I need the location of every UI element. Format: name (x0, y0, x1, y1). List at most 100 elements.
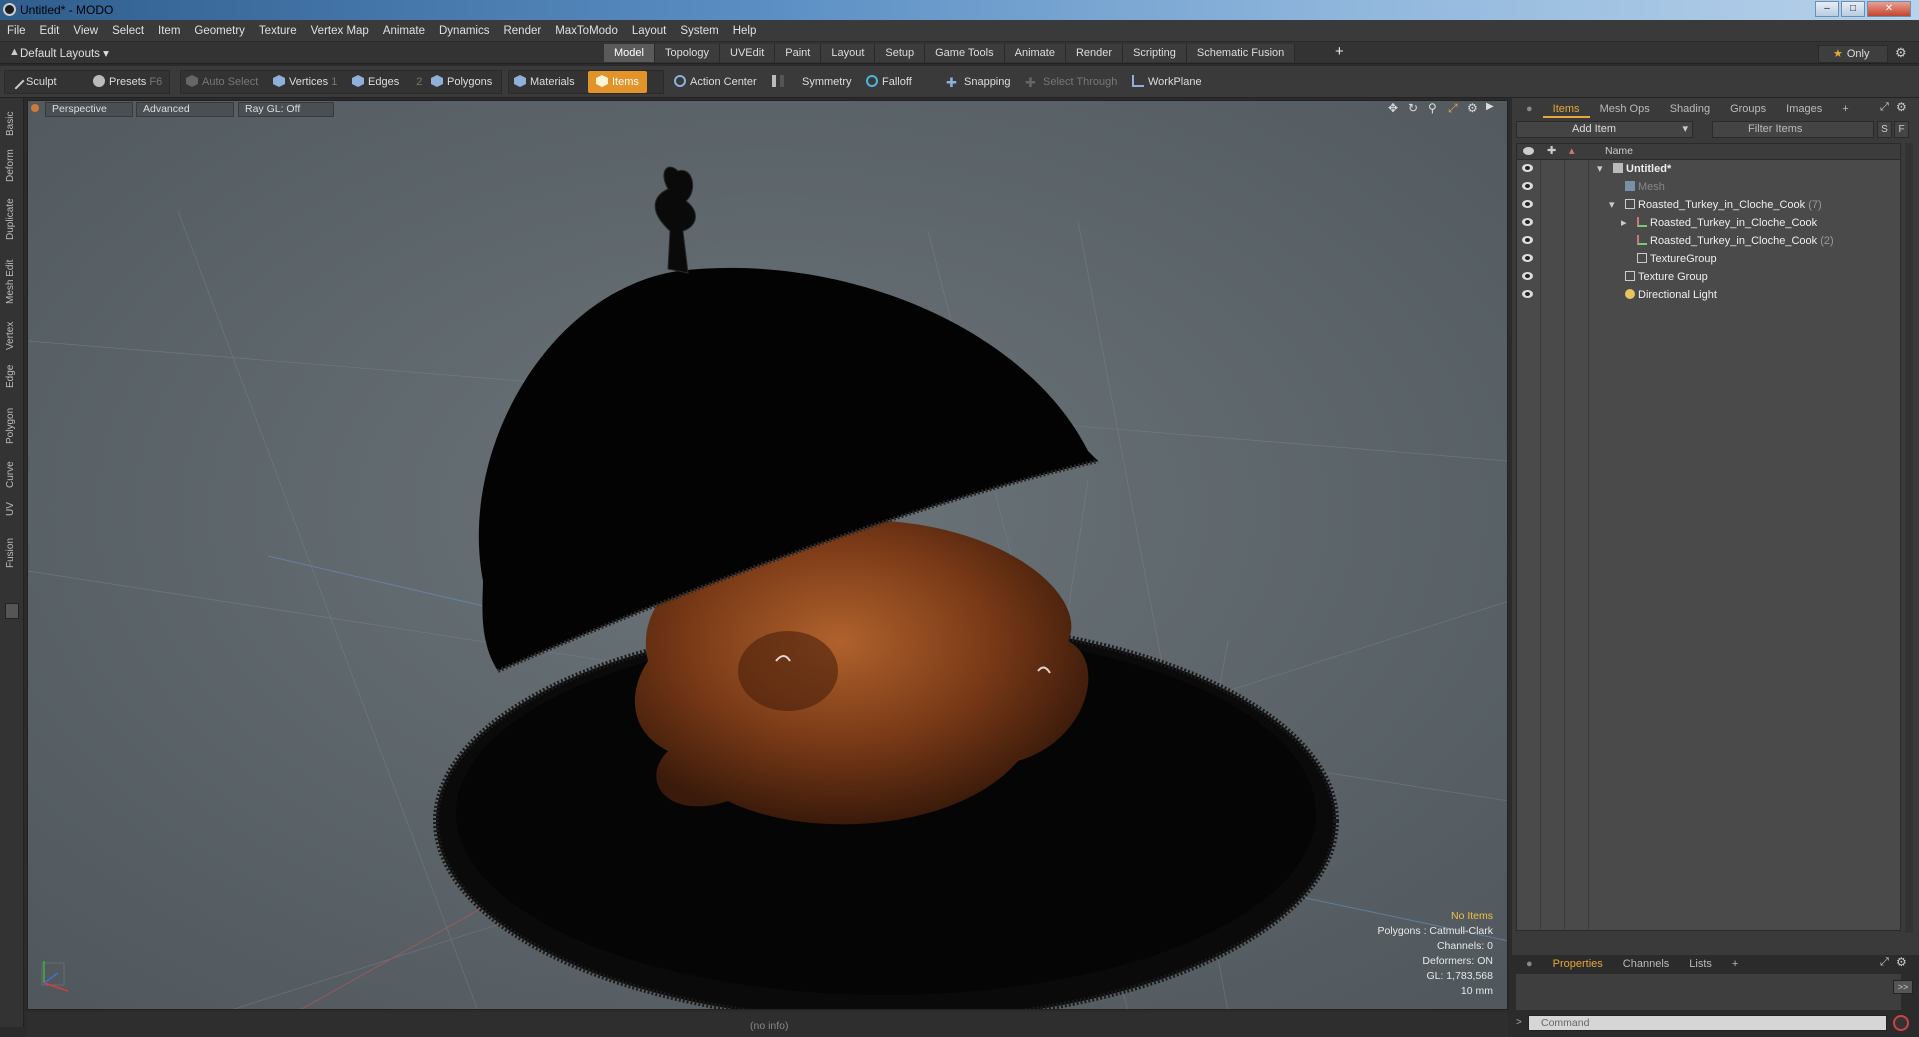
fit-icon[interactable]: ⤢ (1448, 101, 1458, 116)
tree-row-mesh-2[interactable]: Roasted_Turkey_in_Cloche_Cook (2) (1517, 232, 1900, 250)
tab-mesh-ops[interactable]: Mesh Ops (1590, 100, 1660, 118)
action-center-button[interactable]: Action Center (674, 71, 757, 93)
tab-game-tools[interactable]: Game Tools (925, 44, 1005, 62)
menu-system[interactable]: System (673, 20, 725, 42)
eye-icon[interactable] (1522, 218, 1533, 226)
panel-gear-icon[interactable]: ⚙ (1896, 100, 1907, 114)
tree-row-directional-light[interactable]: Directional Light (1517, 286, 1900, 304)
tree-scrollbar[interactable] (1516, 933, 1901, 943)
shading-mode-button[interactable]: Advanced (136, 102, 234, 117)
add-item-dropdown[interactable]: Add Item ▾ (1516, 121, 1693, 138)
eye-icon[interactable] (1522, 236, 1533, 244)
view-type-button[interactable]: Perspective (45, 102, 133, 117)
tree-vscrollbar[interactable] (1905, 143, 1913, 933)
tree-row-mesh-1[interactable]: ▸ Roasted_Turkey_in_Cloche_Cook (1517, 214, 1900, 232)
menu-layout[interactable]: Layout (625, 20, 674, 42)
eye-icon[interactable] (1522, 182, 1533, 190)
vtab-basic[interactable]: Basic (5, 112, 16, 136)
viewport-gear-icon[interactable]: ⚙ (1467, 101, 1478, 115)
vtab-fusion[interactable]: Fusion (5, 538, 16, 568)
only-button[interactable]: ★ Only (1818, 45, 1888, 63)
tab-lists[interactable]: Lists (1679, 955, 1722, 973)
tree-row-texture-group[interactable]: Texture Group (1517, 268, 1900, 286)
tab-animate[interactable]: Animate (1004, 44, 1066, 62)
vtab-duplicate[interactable]: Duplicate (5, 198, 16, 240)
vtab-polygon[interactable]: Polygon (5, 408, 16, 444)
3d-viewport[interactable]: No Items Polygons : Catmull-Clark Channe… (27, 100, 1508, 1010)
eye-icon[interactable] (1522, 290, 1533, 298)
tree-row-group[interactable]: ▾ Roasted_Turkey_in_Cloche_Cook (7) (1517, 196, 1900, 214)
eye-icon[interactable] (1522, 254, 1533, 262)
polygons-button[interactable]: Polygons (431, 71, 492, 93)
expand-icon[interactable]: ▸ (1621, 214, 1627, 232)
edges-button[interactable]: Edges 2 (352, 71, 422, 93)
tab-topology[interactable]: Topology (654, 44, 721, 62)
tab-setup[interactable]: Setup (875, 44, 926, 62)
tab-render[interactable]: Render (1065, 44, 1124, 62)
vertices-button[interactable]: Vertices 1 (273, 71, 337, 93)
menu-geometry[interactable]: Geometry (187, 20, 252, 42)
zoom-icon[interactable]: ⚲ (1428, 101, 1437, 115)
vtab-curve[interactable]: Curve (5, 461, 16, 488)
menu-render[interactable]: Render (496, 20, 548, 42)
pan-icon[interactable]: ✥ (1388, 101, 1398, 115)
left-tabs-toggle[interactable] (5, 603, 19, 619)
add-panel-tab[interactable]: + (1832, 100, 1858, 118)
presets-button[interactable]: Presets F6 (93, 71, 162, 93)
menu-file[interactable]: File (0, 20, 33, 42)
panel-expand-icon[interactable]: ⤢ (1880, 101, 1889, 114)
symmetry-button[interactable]: Symmetry (772, 71, 852, 93)
eye-icon[interactable] (1522, 272, 1533, 280)
eye-icon[interactable] (1522, 200, 1533, 208)
vtab-deform[interactable]: Deform (5, 149, 16, 182)
menu-select[interactable]: Select (105, 20, 151, 42)
tab-layout[interactable]: Layout (821, 44, 876, 62)
close-button[interactable]: ✕ (1867, 1, 1911, 17)
materials-button[interactable]: Materials (514, 71, 575, 93)
vtab-uv[interactable]: UV (5, 502, 16, 516)
tab-paint[interactable]: Paint (775, 44, 822, 62)
vtab-vertex[interactable]: Vertex (5, 322, 16, 350)
tab-properties[interactable]: Properties (1543, 955, 1613, 973)
eye-icon[interactable] (1522, 164, 1533, 172)
tab-model[interactable]: Model (604, 44, 655, 62)
properties-expand-icon[interactable]: ⤢ (1880, 956, 1889, 969)
vtab-mesh-edit[interactable]: Mesh Edit (5, 260, 16, 304)
tab-shading[interactable]: Shading (1660, 100, 1720, 118)
snapping-button[interactable]: ✚ Snapping (946, 71, 1011, 93)
vtab-edge[interactable]: Edge (5, 365, 16, 388)
viewport-more-icon[interactable]: ▶ (1486, 101, 1494, 112)
falloff-button[interactable]: Falloff (866, 71, 912, 93)
expand-properties-button[interactable]: >> (1893, 980, 1913, 994)
menu-maxtomodo[interactable]: MaxToModo (548, 20, 625, 42)
s-button[interactable]: S (1877, 121, 1892, 138)
select-through-button[interactable]: ✚ Select Through (1025, 71, 1117, 93)
collapse-icon[interactable]: ▲ (9, 46, 20, 58)
menu-help[interactable]: Help (726, 20, 764, 42)
tree-row-texturegroup[interactable]: TextureGroup (1517, 250, 1900, 268)
sculpt-button[interactable]: Sculpt (7, 71, 57, 93)
properties-gear-icon[interactable]: ⚙ (1896, 955, 1907, 969)
tree-row-untitled[interactable]: ▾ Untitled* (1517, 160, 1900, 178)
minimize-button[interactable]: – (1815, 1, 1839, 17)
command-input[interactable]: Command (1528, 1015, 1887, 1031)
tab-schematic-fusion[interactable]: Schematic Fusion (1186, 44, 1296, 62)
tab-scripting[interactable]: Scripting (1123, 44, 1187, 62)
tree-row-mesh[interactable]: Mesh (1517, 178, 1900, 196)
add-tab-icon[interactable]: + (1335, 43, 1344, 60)
menu-view[interactable]: View (66, 20, 105, 42)
menu-texture[interactable]: Texture (252, 20, 304, 42)
maximize-button[interactable]: □ (1841, 1, 1865, 17)
layout-selector[interactable]: Default Layouts ▾ (20, 46, 109, 60)
tab-images[interactable]: Images (1776, 100, 1832, 118)
raygl-button[interactable]: Ray GL: Off (238, 102, 334, 117)
menu-vertex-map[interactable]: Vertex Map (304, 20, 376, 42)
menu-edit[interactable]: Edit (33, 20, 67, 42)
tab-channels[interactable]: Channels (1613, 955, 1679, 973)
items-button[interactable]: Items (588, 71, 647, 93)
gear-icon[interactable]: ⚙ (1895, 45, 1907, 61)
tab-groups[interactable]: Groups (1720, 100, 1776, 118)
tab-items[interactable]: Items (1542, 100, 1590, 118)
workplane-button[interactable]: WorkPlane (1132, 71, 1202, 93)
add-properties-tab[interactable]: + (1722, 955, 1748, 973)
